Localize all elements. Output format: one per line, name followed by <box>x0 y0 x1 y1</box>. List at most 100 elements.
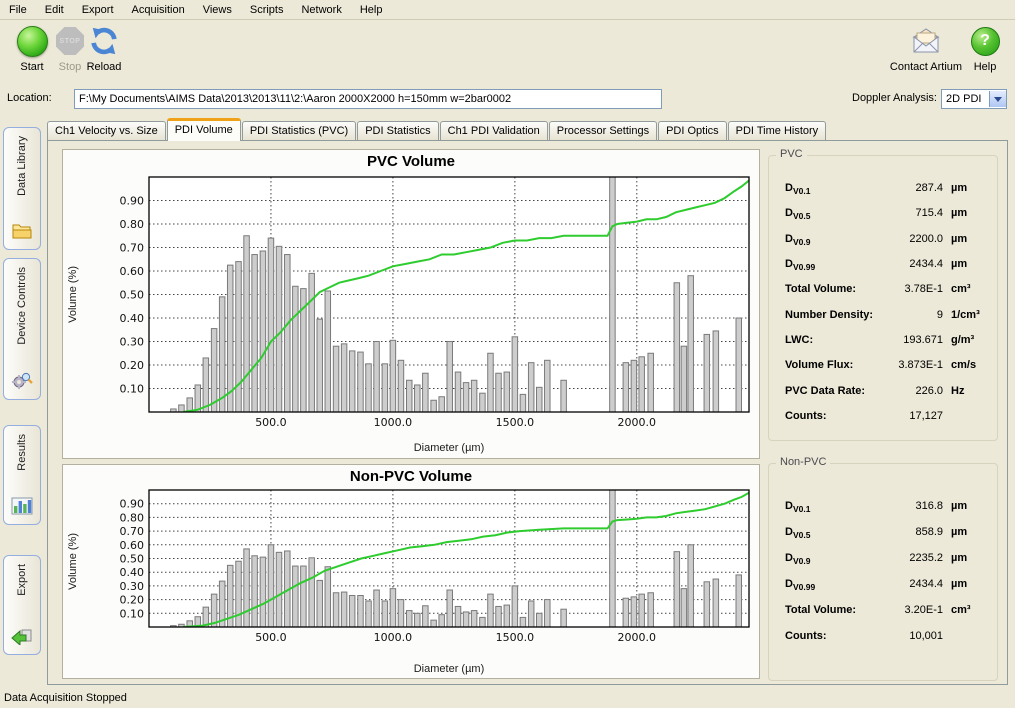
svg-text:0.30: 0.30 <box>120 336 145 349</box>
nonpvc-row-d-v0-99: DV0.99 2434.4 µm <box>769 578 997 594</box>
help-button[interactable]: ? Help <box>963 24 1007 73</box>
svg-text:0.30: 0.30 <box>120 580 145 593</box>
status-text: Data Acquisition Stopped <box>4 692 127 704</box>
svg-text:1000.0: 1000.0 <box>374 416 413 429</box>
status-bar: Data Acquisition Stopped <box>0 687 1015 708</box>
stat-unit: µm <box>951 578 967 590</box>
nonpvc-volume-chart-panel: Non-PVC Volume Volume (%) 0.100.200.300.… <box>62 464 760 679</box>
svg-text:0.50: 0.50 <box>120 289 145 302</box>
stat-label: DV0.1 <box>785 182 810 196</box>
sidebar-item-device-controls[interactable]: Device Controls <box>3 258 41 400</box>
bar-chart-icon <box>11 497 33 518</box>
menu-item-scripts[interactable]: Scripts <box>241 2 293 18</box>
svg-text:500.0: 500.0 <box>255 416 287 429</box>
chevron-down-icon[interactable] <box>989 91 1006 107</box>
stat-value: 287.4 <box>829 182 943 194</box>
stat-unit: g/m³ <box>951 334 974 346</box>
tab-ch1-pdi-validation[interactable]: Ch1 PDI Validation <box>440 121 548 141</box>
stat-unit: µm <box>951 500 967 512</box>
nonpvc-chart-plot: 0.100.200.300.400.500.600.700.800.90500.… <box>63 485 759 653</box>
svg-text:500.0: 500.0 <box>255 631 287 644</box>
stat-unit: µm <box>951 182 967 194</box>
menu-item-acquisition[interactable]: Acquisition <box>123 2 194 18</box>
stat-value: 858.9 <box>829 526 943 538</box>
menu-item-network[interactable]: Network <box>292 2 350 18</box>
svg-text:2000.0: 2000.0 <box>618 416 657 429</box>
doppler-analysis-select[interactable]: 2D PDI <box>941 89 1007 109</box>
nonpvc-row-counts: Counts:10,001 <box>769 630 997 646</box>
stat-value: 10,001 <box>829 630 943 642</box>
location-row: Location: F:\My Documents\AIMS Data\2013… <box>0 88 1015 110</box>
tab-pdi-statistics[interactable]: PDI Statistics <box>357 121 438 141</box>
stat-value: 9 <box>829 309 943 321</box>
svg-text:1000.0: 1000.0 <box>374 631 413 644</box>
stat-unit: cm/s <box>951 359 976 371</box>
stat-label: DV0.99 <box>785 578 815 592</box>
tab-processor-settings[interactable]: Processor Settings <box>549 121 657 141</box>
stat-value: 17,127 <box>829 410 943 422</box>
svg-text:0.80: 0.80 <box>120 218 145 231</box>
stat-value: 3.20E-1 <box>829 604 943 616</box>
stat-value: 2434.4 <box>829 578 943 590</box>
stat-value: 193.671 <box>829 334 943 346</box>
pvc-row-counts: Counts:17,127 <box>769 410 997 426</box>
reload-icon <box>78 24 130 58</box>
stat-value: 2434.4 <box>829 258 943 270</box>
svg-text:0.90: 0.90 <box>120 498 145 511</box>
sidebar-item-results[interactable]: Results <box>3 425 41 525</box>
svg-text:0.90: 0.90 <box>120 195 145 208</box>
svg-text:0.50: 0.50 <box>120 553 145 566</box>
sidebar-item-export[interactable]: Export <box>3 555 41 655</box>
folder-icon <box>11 222 33 243</box>
svg-text:0.20: 0.20 <box>120 594 145 607</box>
tab-pdi-volume[interactable]: PDI Volume <box>167 118 241 141</box>
pvc-volume-chart-panel: PVC Volume Volume (%) 0.100.200.300.400.… <box>62 149 760 459</box>
stat-value: 2235.2 <box>829 552 943 564</box>
tab-ch1-velocity-vs-size[interactable]: Ch1 Velocity vs. Size <box>47 121 166 141</box>
stat-label: DV0.99 <box>785 258 815 272</box>
contact-artium-button[interactable]: Contact Artium <box>880 24 972 73</box>
tab-pdi-statistics-pvc[interactable]: PDI Statistics (PVC) <box>242 121 356 141</box>
stat-label: DV0.5 <box>785 207 810 221</box>
stat-value: 715.4 <box>829 207 943 219</box>
nonpvc-row-total-volume: Total Volume:3.20E-1cm³ <box>769 604 997 620</box>
location-label: Location: <box>7 92 52 104</box>
pvc-groupbox-title: PVC <box>776 148 807 160</box>
stat-unit: Hz <box>951 385 964 397</box>
stat-value: 3.78E-1 <box>829 283 943 295</box>
nonpvc-row-d-v0-1: DV0.1316.8µm <box>769 500 997 516</box>
svg-text:0.10: 0.10 <box>120 607 145 620</box>
tab-strip: Ch1 Velocity vs. SizePDI VolumePDI Stati… <box>47 120 827 141</box>
gear-search-icon <box>11 370 33 393</box>
svg-text:0.60: 0.60 <box>120 539 145 552</box>
location-input[interactable]: F:\My Documents\AIMS Data\2013\2013\11\2… <box>74 89 662 109</box>
stat-label: DV0.5 <box>785 526 810 540</box>
svg-text:0.10: 0.10 <box>120 383 145 396</box>
menu-item-edit[interactable]: Edit <box>36 2 73 18</box>
pvc-row-number-density: Number Density:91/cm³ <box>769 309 997 325</box>
stat-unit: µm <box>951 552 967 564</box>
stat-unit: µm <box>951 258 967 270</box>
nonpvc-row-d-v0-9: DV0.92235.2µm <box>769 552 997 568</box>
svg-text:0.40: 0.40 <box>120 312 145 325</box>
sidebar-item-data-library[interactable]: Data Library <box>3 127 41 250</box>
nonpvc-row-d-v0-5: DV0.5858.9µm <box>769 526 997 542</box>
app-window: { "window": { "status_bar": "Data Acquis… <box>0 0 1015 708</box>
pvc-row-d-v0-5: DV0.5715.4µm <box>769 207 997 223</box>
stat-label: LWC: <box>785 334 813 346</box>
help-icon: ? <box>963 24 1007 58</box>
envelope-icon <box>880 24 972 58</box>
export-arrow-icon <box>11 627 33 648</box>
tab-pdi-optics[interactable]: PDI Optics <box>658 121 727 141</box>
menu-item-views[interactable]: Views <box>194 2 241 18</box>
stat-value: 3.873E-1 <box>829 359 943 371</box>
reload-button[interactable]: Reload <box>78 24 130 73</box>
svg-text:0.20: 0.20 <box>120 359 145 372</box>
doppler-analysis-value: 2D PDI <box>942 93 989 105</box>
nonpvc-chart-title: Non-PVC Volume <box>63 468 759 485</box>
svg-text:0.40: 0.40 <box>120 566 145 579</box>
menu-item-export[interactable]: Export <box>73 2 123 18</box>
tab-pdi-time-history[interactable]: PDI Time History <box>728 121 827 141</box>
menu-item-help[interactable]: Help <box>351 2 392 18</box>
menu-item-file[interactable]: File <box>0 2 36 18</box>
